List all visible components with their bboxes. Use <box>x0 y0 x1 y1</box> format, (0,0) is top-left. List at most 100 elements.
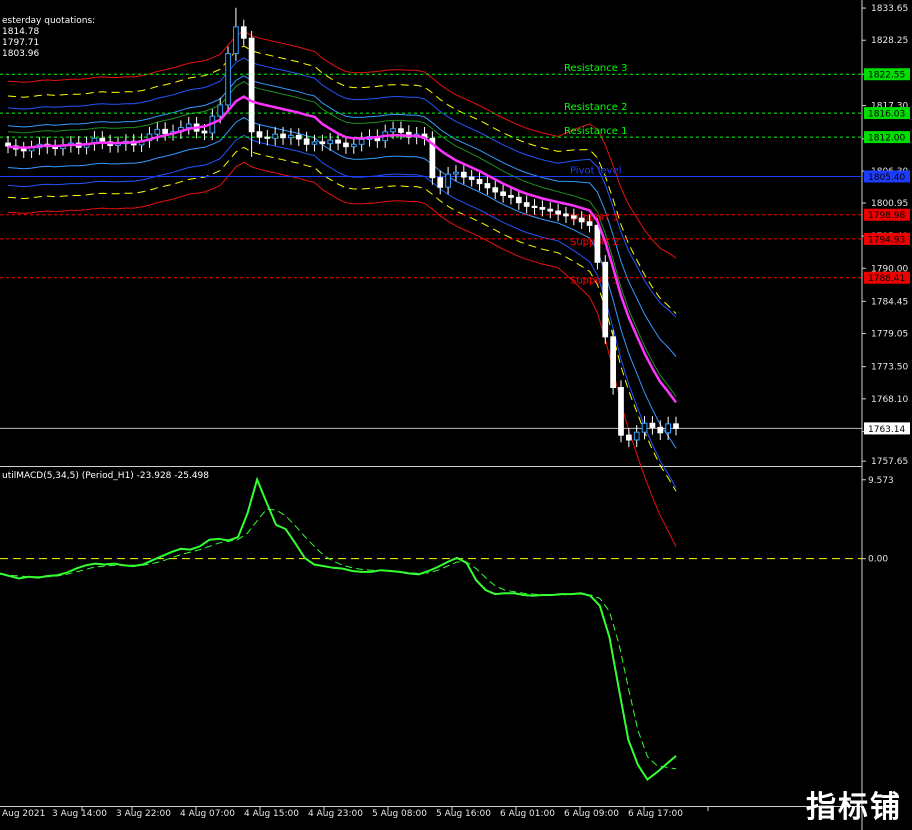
candle-body <box>398 128 404 133</box>
trend-dashed-line <box>7 146 677 492</box>
time-tick-label: 6 Aug 17:00 <box>628 809 683 819</box>
candle-body <box>335 139 341 144</box>
price-tick-label: 1768.10 <box>871 395 908 405</box>
candle-body <box>625 434 632 441</box>
quote-low: 1797.71 <box>2 38 40 48</box>
level-label: Resistance 3 <box>564 63 627 74</box>
trend-dashed-line <box>7 45 677 315</box>
time-tick-label: 5 Aug 16:00 <box>436 809 491 819</box>
level-price-tag-text: 1805.40 <box>868 173 905 183</box>
price-tick-label: 1828.25 <box>871 36 908 46</box>
watermark-logo: 指标铺 <box>806 790 902 825</box>
level-price-tag-text: 1812.00 <box>868 134 905 144</box>
candle-body <box>437 177 444 188</box>
candle-body <box>343 142 349 148</box>
candle-body <box>225 53 231 106</box>
price-tick-label: 1833.65 <box>871 4 908 14</box>
time-tick-label: 5 Aug 08:00 <box>372 809 427 819</box>
candle-body <box>476 178 483 185</box>
candle-body <box>531 205 538 208</box>
candle-body <box>460 171 467 178</box>
ma-line <box>7 95 678 404</box>
candle-body <box>633 431 640 441</box>
candle-body <box>492 187 499 193</box>
candle-body <box>327 139 334 145</box>
level-price-tag-text: 1788.41 <box>868 274 905 284</box>
yesterday-quotations: esterday quotations: 1814.78 1797.71 180… <box>2 16 95 60</box>
chart-canvas: 1833.651828.251822.551817.301811.701806.… <box>0 0 910 830</box>
time-tick-label: 4 Aug 23:00 <box>308 809 363 819</box>
current-price-tag-text: 1763.14 <box>868 425 905 435</box>
price-tick-label: 1800.95 <box>871 199 908 209</box>
candle-body <box>217 104 224 117</box>
macd-tick-label: 9.573 <box>868 476 894 486</box>
candle-body <box>563 213 569 217</box>
candle-body <box>233 26 239 55</box>
candle-body <box>240 26 247 39</box>
candle-body <box>523 202 530 207</box>
candle-body <box>657 426 664 434</box>
time-tick-label: 6 Aug 09:00 <box>564 809 619 819</box>
candle-body <box>350 143 357 148</box>
candle-body <box>618 387 624 436</box>
candle-body <box>539 206 546 210</box>
candle-body <box>390 128 396 133</box>
candle-body <box>555 210 561 215</box>
candle-body <box>500 191 506 197</box>
macd-label: utilMACD(5,34,5) (Period_H1) -23.928 -25… <box>2 471 209 481</box>
level-price-tag-text: 1798.98 <box>868 211 905 221</box>
time-tick-label: 6 Aug 01:00 <box>500 809 555 819</box>
candle-body <box>594 224 601 263</box>
candle-body <box>547 208 554 212</box>
level-price-tag-text: 1794.93 <box>868 235 905 245</box>
candle-body <box>201 130 208 134</box>
candle-body <box>602 261 609 338</box>
candle-body <box>272 133 279 139</box>
candle-body <box>248 37 255 133</box>
level-price-tag-text: 1816.03 <box>868 110 905 120</box>
level-label: Pivot level <box>570 165 622 176</box>
macd-main-line <box>0 476 677 782</box>
level-label: Resistance 1 <box>564 126 627 137</box>
time-tick-label: 3 Aug 22:00 <box>116 809 171 819</box>
candle-body <box>256 131 263 138</box>
quotations-title: esterday quotations: <box>2 16 96 26</box>
candle-body <box>515 196 522 204</box>
candle-body <box>358 139 365 145</box>
candle-body <box>280 133 286 139</box>
level-label: Support 2 <box>570 237 619 248</box>
candle-body <box>264 136 271 139</box>
candle-body <box>185 123 192 129</box>
candle-body <box>570 215 577 219</box>
candle-body <box>20 148 27 152</box>
candle-body <box>288 134 294 139</box>
candle-body <box>311 141 318 145</box>
macd-signal-line <box>0 508 677 770</box>
candle-body <box>673 423 679 429</box>
candle-body <box>453 171 459 175</box>
price-tick-label: 1773.50 <box>871 363 908 373</box>
price-tick-label: 1779.05 <box>871 330 908 340</box>
candle-body <box>468 176 475 180</box>
candle-body <box>295 134 302 140</box>
candle-body <box>586 221 593 226</box>
quote-close: 1803.96 <box>2 49 40 59</box>
macd-tick-label: 0.00 <box>868 555 888 565</box>
candle-body <box>508 195 514 198</box>
level-label: Resistance 2 <box>564 102 627 113</box>
candle-body <box>445 173 451 188</box>
candle-body <box>610 336 616 389</box>
price-tick-label: 1757.65 <box>871 457 908 467</box>
price-tick-label: 1784.45 <box>871 297 908 307</box>
time-tick-label: Aug 2021 <box>2 809 45 819</box>
band-line <box>7 134 677 488</box>
time-tick-label: 4 Aug 15:00 <box>244 809 299 819</box>
quote-high: 1814.78 <box>2 27 40 37</box>
candle-body <box>641 422 648 433</box>
time-tick-label: 4 Aug 07:00 <box>180 809 235 819</box>
level-label: Support 3 <box>570 276 619 287</box>
time-tick-label: 3 Aug 14:00 <box>52 809 107 819</box>
candle-body <box>649 422 656 428</box>
candle-body <box>665 423 671 434</box>
candle-body <box>319 141 326 145</box>
